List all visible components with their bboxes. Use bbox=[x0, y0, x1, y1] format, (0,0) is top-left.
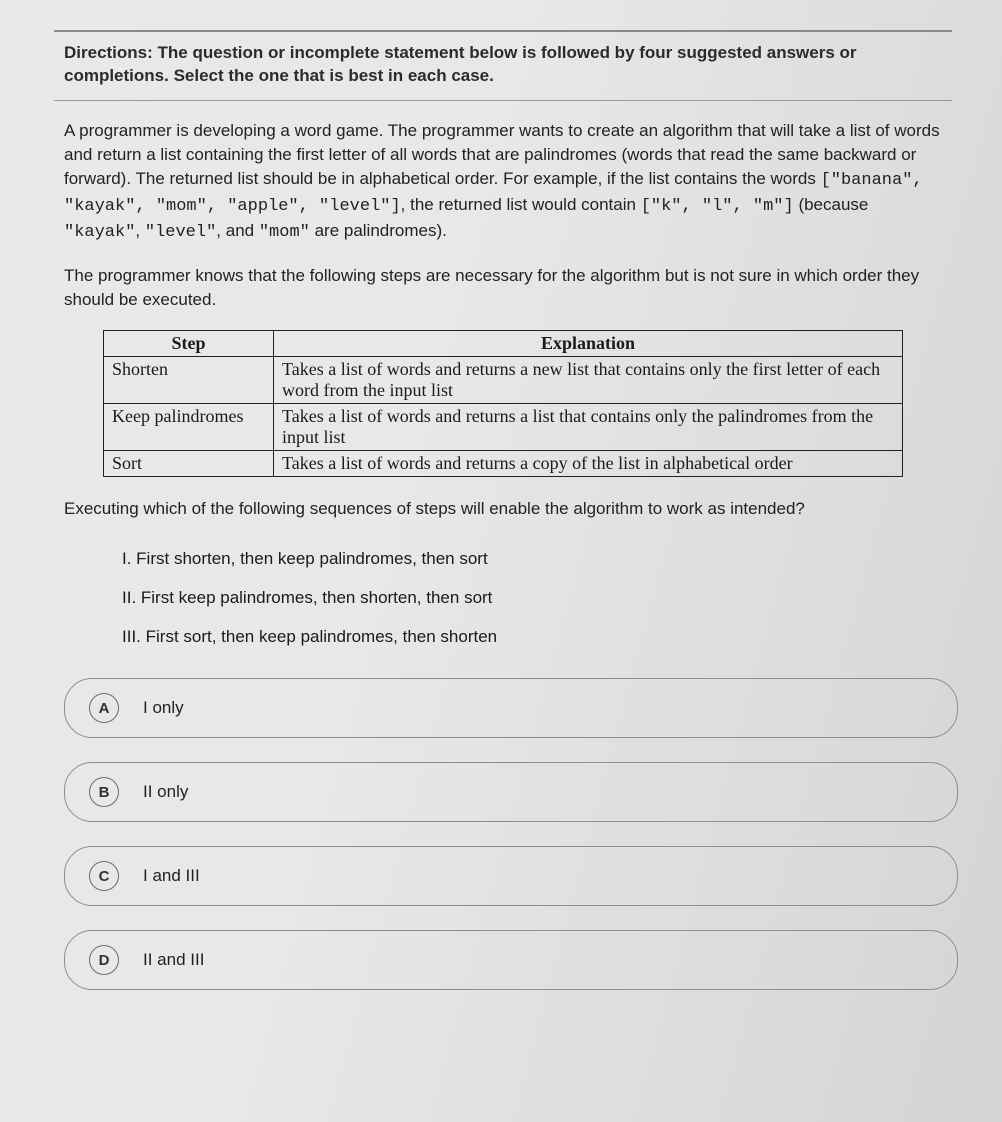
choice-text: I and III bbox=[143, 866, 200, 886]
step-name: Shorten bbox=[104, 356, 274, 403]
text: (because bbox=[794, 195, 869, 214]
sequence-ii: II. First keep palindromes, then shorten… bbox=[122, 578, 942, 617]
text: A programmer is developing a word game. … bbox=[64, 121, 940, 188]
directions-text: Directions: The question or incomplete s… bbox=[34, 40, 972, 92]
answer-choice-a[interactable]: A I only bbox=[64, 678, 958, 738]
steps-table: Step Explanation Shorten Takes a list of… bbox=[103, 330, 903, 477]
sequence-i: I. First shorten, then keep palindromes,… bbox=[122, 539, 942, 578]
question-paragraph-1: A programmer is developing a word game. … bbox=[34, 119, 972, 246]
text: , the returned list would contain bbox=[401, 195, 641, 214]
text: , bbox=[135, 221, 144, 240]
answer-choice-c[interactable]: C I and III bbox=[64, 846, 958, 906]
answer-choice-d[interactable]: D II and III bbox=[64, 930, 958, 990]
step-explanation: Takes a list of words and returns a new … bbox=[274, 356, 903, 403]
choice-letter: A bbox=[89, 693, 119, 723]
choice-text: I only bbox=[143, 698, 184, 718]
code-word-kayak: "kayak" bbox=[64, 223, 135, 242]
choice-text: II and III bbox=[143, 950, 204, 970]
step-explanation: Takes a list of words and returns a list… bbox=[274, 403, 903, 450]
question-paragraph-2: The programmer knows that the following … bbox=[34, 264, 972, 312]
question-sheet: Directions: The question or incomplete s… bbox=[0, 0, 1002, 1122]
step-name: Keep palindromes bbox=[104, 403, 274, 450]
table-header-row: Step Explanation bbox=[104, 330, 903, 356]
code-list-output: ["k", "l", "m"] bbox=[641, 197, 794, 216]
top-rule bbox=[54, 30, 952, 32]
col-explanation: Explanation bbox=[274, 330, 903, 356]
choice-letter: C bbox=[89, 861, 119, 891]
divider bbox=[54, 100, 952, 101]
sequence-iii: III. First sort, then keep palindromes, … bbox=[122, 617, 942, 656]
choice-letter: D bbox=[89, 945, 119, 975]
answer-choice-b[interactable]: B II only bbox=[64, 762, 958, 822]
code-word-level: "level" bbox=[145, 223, 216, 242]
table-row: Shorten Takes a list of words and return… bbox=[104, 356, 903, 403]
text: , and bbox=[216, 221, 259, 240]
table-row: Sort Takes a list of words and returns a… bbox=[104, 450, 903, 476]
sequence-list: I. First shorten, then keep palindromes,… bbox=[34, 539, 972, 662]
choice-letter: B bbox=[89, 777, 119, 807]
step-explanation: Takes a list of words and returns a copy… bbox=[274, 450, 903, 476]
step-name: Sort bbox=[104, 450, 274, 476]
col-step: Step bbox=[104, 330, 274, 356]
choice-text: II only bbox=[143, 782, 188, 802]
question-paragraph-3: Executing which of the following sequenc… bbox=[34, 497, 972, 521]
text: are palindromes). bbox=[310, 221, 447, 240]
answer-choices: A I only B II only C I and III D II and … bbox=[34, 662, 972, 990]
table-row: Keep palindromes Takes a list of words a… bbox=[104, 403, 903, 450]
code-word-mom: "mom" bbox=[259, 223, 310, 242]
